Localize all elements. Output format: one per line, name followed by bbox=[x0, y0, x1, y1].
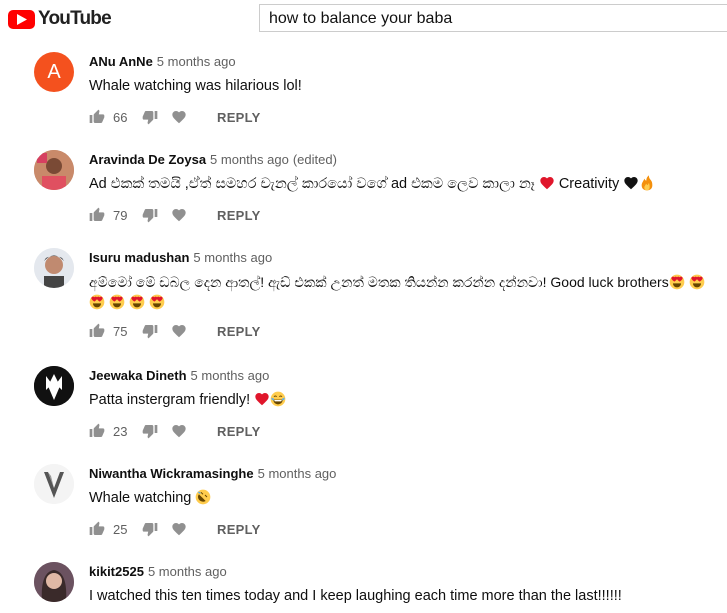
comment-author[interactable]: kikit2525 bbox=[89, 564, 144, 579]
thumbs-up-icon[interactable] bbox=[89, 323, 105, 339]
avatar[interactable]: A bbox=[34, 52, 74, 92]
comment-item: A ANu AnNe 5 months ago Whale watching wa… bbox=[0, 40, 727, 136]
heart-eyes-emoji bbox=[129, 294, 145, 310]
avatar-photo bbox=[34, 150, 74, 190]
avatar[interactable] bbox=[34, 366, 74, 406]
heart-eyes-emoji bbox=[89, 294, 105, 310]
comment-author[interactable]: Aravinda De Zoysa bbox=[89, 152, 206, 167]
reply-button[interactable]: REPLY bbox=[217, 424, 261, 439]
thumbs-up-icon[interactable] bbox=[89, 207, 105, 223]
logo-text: YouTube bbox=[38, 8, 112, 29]
edited-label: (edited) bbox=[292, 152, 337, 167]
heart-icon[interactable] bbox=[171, 521, 187, 537]
avatar[interactable] bbox=[34, 562, 74, 602]
fire-emoji bbox=[639, 175, 655, 191]
comment-text-main: Ad එකක් තමයි ,ඒත් සමහර චැනල් කාරයෝ වගේ a… bbox=[89, 176, 535, 192]
comment-text: අම්මෝ මේ ඩබල දෙන ආතල්! ඇඩ් එකක් උනත් මතක… bbox=[89, 272, 724, 312]
comment-text: Patta instergram friendly! bbox=[89, 390, 719, 410]
black-heart-emoji bbox=[623, 175, 639, 191]
avatar[interactable] bbox=[34, 248, 74, 288]
reply-button[interactable]: REPLY bbox=[217, 324, 261, 339]
avatar-photo bbox=[34, 562, 74, 602]
rofl-emoji bbox=[195, 489, 211, 505]
comment-time[interactable]: 5 months ago bbox=[148, 564, 227, 579]
heart-icon[interactable] bbox=[171, 323, 187, 339]
avatar-letter: A bbox=[47, 60, 61, 83]
thumbs-down-icon[interactable] bbox=[142, 323, 158, 339]
comment-text: Ad එකක් තමයි ,ඒත් සමහර චැනල් කාරයෝ වගේ a… bbox=[89, 174, 719, 194]
thumbs-down-icon[interactable] bbox=[142, 423, 158, 439]
like-count: 66 bbox=[113, 109, 128, 125]
thumbs-up-icon[interactable] bbox=[89, 423, 105, 439]
comment-author[interactable]: ANu AnNe bbox=[89, 54, 153, 69]
comment-time[interactable]: 5 months ago bbox=[191, 368, 270, 383]
tears-of-joy-emoji bbox=[270, 391, 286, 407]
comment-item: Jeewaka Dineth 5 months ago Patta insterg… bbox=[0, 354, 727, 450]
comment-time[interactable]: 5 months ago bbox=[258, 466, 337, 481]
comment-actions: 66 REPLY bbox=[89, 107, 261, 127]
reply-button[interactable]: REPLY bbox=[217, 522, 261, 537]
comment-time[interactable]: 5 months ago bbox=[193, 250, 272, 265]
search-input[interactable]: how to balance your baba bbox=[259, 4, 727, 32]
comment-text-main: Patta instergram friendly! bbox=[89, 392, 251, 408]
comment-actions: 75 REPLY bbox=[89, 321, 261, 341]
avatar[interactable] bbox=[34, 150, 74, 190]
youtube-play-icon bbox=[8, 9, 35, 29]
red-heart-emoji bbox=[254, 391, 270, 407]
heart-eyes-emoji bbox=[149, 294, 165, 310]
heart-eyes-emoji bbox=[689, 274, 705, 290]
avatar[interactable] bbox=[34, 464, 74, 504]
comment-actions: 23 REPLY bbox=[89, 421, 261, 441]
comment-item: Aravinda De Zoysa 5 months ago (edited) Ad… bbox=[0, 138, 727, 234]
red-heart-emoji bbox=[539, 175, 555, 191]
reply-button[interactable]: REPLY bbox=[217, 110, 261, 125]
heart-eyes-emoji bbox=[109, 294, 125, 310]
avatar-photo bbox=[34, 366, 74, 406]
like-count: 79 bbox=[113, 207, 128, 223]
comment-time[interactable]: 5 months ago bbox=[157, 54, 236, 69]
search-query[interactable]: how to balance your baba bbox=[269, 10, 452, 28]
youtube-logo[interactable]: YouTube bbox=[8, 8, 112, 30]
comment-item: kikit2525 5 months ago I watched this ten… bbox=[0, 550, 727, 613]
reply-button[interactable]: REPLY bbox=[217, 208, 261, 223]
comment-time[interactable]: 5 months ago bbox=[210, 152, 289, 167]
comment-author[interactable]: Jeewaka Dineth bbox=[89, 368, 187, 383]
comment-author[interactable]: Isuru madushan bbox=[89, 250, 189, 265]
thumbs-down-icon[interactable] bbox=[142, 109, 158, 125]
heart-icon[interactable] bbox=[171, 207, 187, 223]
comment-text: Whale watching was hilarious lol! bbox=[89, 78, 302, 94]
thumbs-down-icon[interactable] bbox=[142, 207, 158, 223]
thumbs-down-icon[interactable] bbox=[142, 521, 158, 537]
thumbs-up-icon[interactable] bbox=[89, 521, 105, 537]
like-count: 25 bbox=[113, 521, 128, 537]
thumbs-up-icon[interactable] bbox=[89, 109, 105, 125]
avatar-photo bbox=[34, 248, 74, 288]
like-count: 23 bbox=[113, 423, 128, 439]
like-count: 75 bbox=[113, 323, 128, 339]
comment-text: Whale watching bbox=[89, 488, 719, 508]
comment-actions: 79 REPLY bbox=[89, 205, 261, 225]
top-bar: YouTube how to balance your baba bbox=[0, 0, 727, 40]
heart-icon[interactable] bbox=[171, 423, 187, 439]
comment-text: I watched this ten times today and I kee… bbox=[89, 588, 622, 604]
heart-eyes-emoji bbox=[669, 274, 685, 290]
comment-text-after: Creativity bbox=[558, 176, 620, 192]
comment-text-main: Whale watching bbox=[89, 490, 192, 506]
heart-icon[interactable] bbox=[171, 109, 187, 125]
avatar-photo bbox=[34, 464, 74, 504]
comment-author[interactable]: Niwantha Wickramasinghe bbox=[89, 466, 254, 481]
comment-item: Isuru madushan 5 months ago අම්මෝ මේ ඩබල … bbox=[0, 236, 727, 354]
comment-text-main: අම්මෝ මේ ඩබල දෙන ආතල්! ඇඩ් එකක් උනත් මතක… bbox=[89, 274, 669, 290]
comment-actions: 25 REPLY bbox=[89, 519, 261, 539]
comment-item: Niwantha Wickramasinghe 5 months ago Whal… bbox=[0, 452, 727, 548]
